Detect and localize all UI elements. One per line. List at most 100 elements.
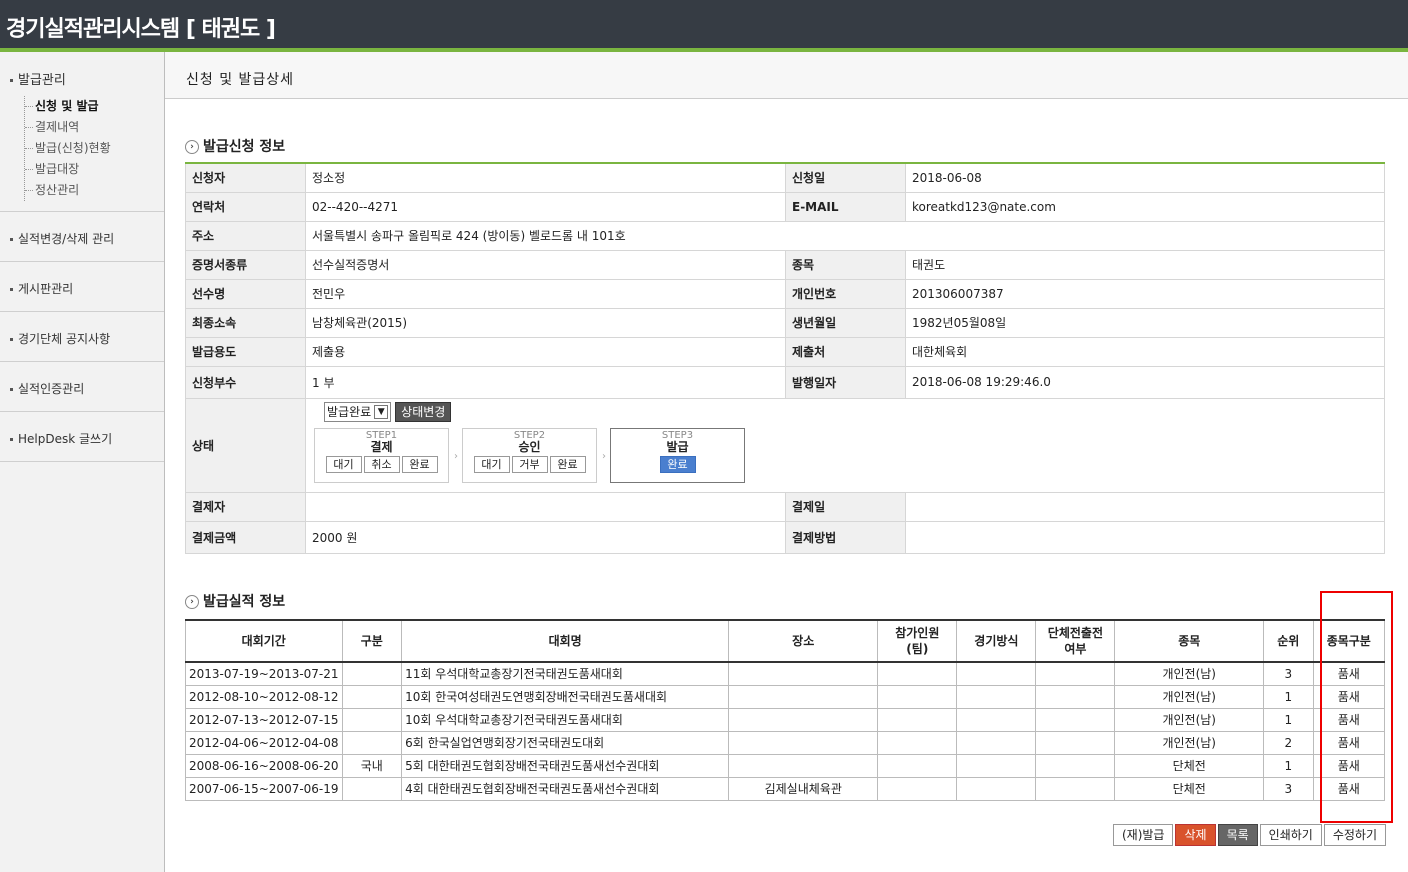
step3-complete-button[interactable]: 완료 <box>659 455 696 473</box>
label-pay-method: 결제방법 <box>785 520 906 554</box>
label-email: E-MAIL <box>785 191 906 222</box>
step2-complete-button[interactable]: 완료 <box>549 455 586 473</box>
step-approval: STEP2 승인 대기 거부 완료 › <box>462 427 606 483</box>
section-title-records-text: 발급실적 정보 <box>203 594 286 610</box>
sidebar-item-issue-management[interactable]: 발급관리 <box>10 69 66 88</box>
label-purpose: 발급용도 <box>185 336 306 367</box>
table-cell: 품새 <box>1312 776 1386 801</box>
table-row: 결제자 결제일 <box>185 491 1385 522</box>
step2-reject-button[interactable]: 거부 <box>511 455 548 473</box>
table-row: 2008-06-16~2008-06-20 국내 5회 대한태권도협회장배전국태권도… <box>185 753 1386 778</box>
table-cell <box>341 661 403 686</box>
sidebar-item-notice[interactable]: 경기단체 공지사항 <box>10 330 110 347</box>
list-button[interactable]: 목록 <box>1217 824 1258 846</box>
value-applicant: 정소정 <box>305 162 786 193</box>
section-title-info: › 발급신청 정보 <box>185 136 285 156</box>
table-cell <box>956 730 1037 755</box>
sidebar-item-settlement[interactable]: 정산관리 <box>25 180 111 201</box>
label-affiliation: 최종소속 <box>185 307 306 338</box>
step-buttons: 대기 취소 완료 <box>315 455 448 473</box>
sidebar-item-issue-status[interactable]: 발급(신청)현황 <box>25 138 111 159</box>
edit-button[interactable]: 수정하기 <box>1323 824 1386 846</box>
table-cell <box>1035 730 1116 755</box>
label-issue-date: 발행일자 <box>785 365 906 399</box>
table-cell: 2008-06-16~2008-06-20 <box>185 753 343 778</box>
value-email: koreatkd123@nate.com <box>905 191 1385 222</box>
table-row: 결제금액 2000 원 결제방법 <box>185 520 1385 554</box>
value-player: 전민우 <box>305 278 786 309</box>
records-table: 대회기간 구분 대회명 장소 참가인원 (팀) 경기방식 단체전출전 여부 종목 순위 종목구분 … <box>185 619 1386 801</box>
records-body: 2013-07-19~2013-07-21 11회 우석대학교총장기전국태권도품새… <box>185 661 1386 801</box>
table-row: 2012-04-06~2012-04-08 6회 한국실업연맹회장기전국태권도대회… <box>185 730 1386 755</box>
sidebar-group-notice: 경기단체 공지사항 <box>0 312 164 362</box>
application-info-table: 신청자 정소정 신청일 2018-06-08 연락처 02--420--4271… <box>185 162 1385 554</box>
sidebar-item-payments[interactable]: 결제내역 <box>25 117 111 138</box>
table-row: 신청자 정소정 신청일 2018-06-08 <box>185 162 1385 193</box>
table-cell <box>341 684 403 709</box>
chevron-down-icon: ▼ <box>374 405 389 419</box>
table-cell: 품새 <box>1312 753 1386 778</box>
value-copies: 1 부 <box>305 365 786 399</box>
table-cell <box>1035 707 1116 732</box>
table-cell: 3 <box>1263 776 1314 801</box>
reissue-button[interactable]: (재)발급 <box>1112 824 1174 846</box>
table-cell <box>956 753 1037 778</box>
step-issue: STEP3 발급 완료 <box>610 427 745 483</box>
value-submit-to: 대한체육회 <box>905 336 1385 367</box>
table-cell: 6회 한국실업연맹회장기전국태권도대회 <box>401 730 730 755</box>
table-cell <box>728 753 879 778</box>
sidebar-item-apply-issue[interactable]: 신청 및 발급 <box>25 96 111 117</box>
status-select[interactable]: 발급완료 ▼ <box>324 401 392 422</box>
sidebar-item-board[interactable]: 게시판관리 <box>10 280 73 297</box>
step-buttons: 완료 <box>611 455 744 473</box>
sidebar-item-helpdesk[interactable]: HelpDesk 글쓰기 <box>10 430 112 447</box>
column-header: 참가인원 (팀) <box>877 619 958 663</box>
label-payer: 결제자 <box>185 491 306 522</box>
value-pay-method <box>905 520 1385 554</box>
table-cell: 국내 <box>341 753 403 778</box>
sidebar-group-helpdesk: HelpDesk 글쓰기 <box>0 412 164 462</box>
step2-wait-button[interactable]: 대기 <box>473 455 510 473</box>
table-cell <box>877 707 958 732</box>
step-label: STEP3 <box>661 429 694 441</box>
value-contact: 02--420--4271 <box>305 191 786 222</box>
step1-cancel-button[interactable]: 취소 <box>363 455 400 473</box>
sidebar-submenu: 신청 및 발급 결제내역 발급(신청)현황 발급대장 정산관리 <box>24 96 111 201</box>
print-button[interactable]: 인쇄하기 <box>1259 824 1322 846</box>
value-affiliation: 남창체육관(2015) <box>305 307 786 338</box>
step1-complete-button[interactable]: 완료 <box>401 455 438 473</box>
step1-wait-button[interactable]: 대기 <box>325 455 362 473</box>
column-header: 대회기간 <box>185 619 343 663</box>
status-cell: 발급완료▼상태변경 STEP1 결제 대기취소완료 › STEP2 승인 <box>305 397 1385 493</box>
table-cell: 2 <box>1263 730 1314 755</box>
status-controls: 발급완료 ▼ 상태변경 <box>314 401 1376 422</box>
table-cell: 2013-07-19~2013-07-21 <box>185 661 343 686</box>
table-cell <box>1035 684 1116 709</box>
table-row: 증명서종류 선수실적증명서 종목 태권도 <box>185 249 1385 280</box>
table-row: 신청부수 1 부 발행일자 2018-06-08 19:29:46.0 <box>185 365 1385 399</box>
records-header-row: 대회기간 구분 대회명 장소 참가인원 (팀) 경기방식 단체전출전 여부 종목 순위 종목구분 <box>185 619 1386 663</box>
table-cell <box>877 684 958 709</box>
sidebar-group-issue: 발급관리 신청 및 발급 결제내역 발급(신청)현황 발급대장 정산관리 <box>0 52 164 212</box>
table-cell <box>341 730 403 755</box>
table-cell <box>956 661 1037 686</box>
change-status-button[interactable]: 상태변경 <box>395 401 452 422</box>
sidebar-group-board: 게시판관리 <box>0 262 164 312</box>
value-cert-type: 선수실적증명서 <box>305 249 786 280</box>
sidebar-item-record-change[interactable]: 실적변경/삭제 관리 <box>10 230 114 247</box>
table-cell: 2012-04-06~2012-04-08 <box>185 730 343 755</box>
label-cert-type: 증명서종류 <box>185 249 306 280</box>
sidebar-item-issue-ledger[interactable]: 발급대장 <box>25 159 111 180</box>
value-payer <box>305 491 786 522</box>
table-cell <box>728 707 879 732</box>
app-header: 경기실적관리시스템 [ 태권도 ] <box>0 0 1408 52</box>
sidebar-group-certification: 실적인증관리 <box>0 362 164 412</box>
value-personal-no: 201306007387 <box>905 278 1385 309</box>
chevron-right-icon: › <box>185 595 199 609</box>
table-row: 최종소속 남창체육관(2015) 생년월일 1982년05월08일 <box>185 307 1385 338</box>
sidebar-item-certification[interactable]: 실적인증관리 <box>10 380 84 397</box>
delete-button[interactable]: 삭제 <box>1175 824 1216 846</box>
table-cell: 1 <box>1263 684 1314 709</box>
value-apply-date: 2018-06-08 <box>905 162 1385 193</box>
column-header: 단체전출전 여부 <box>1035 619 1116 663</box>
